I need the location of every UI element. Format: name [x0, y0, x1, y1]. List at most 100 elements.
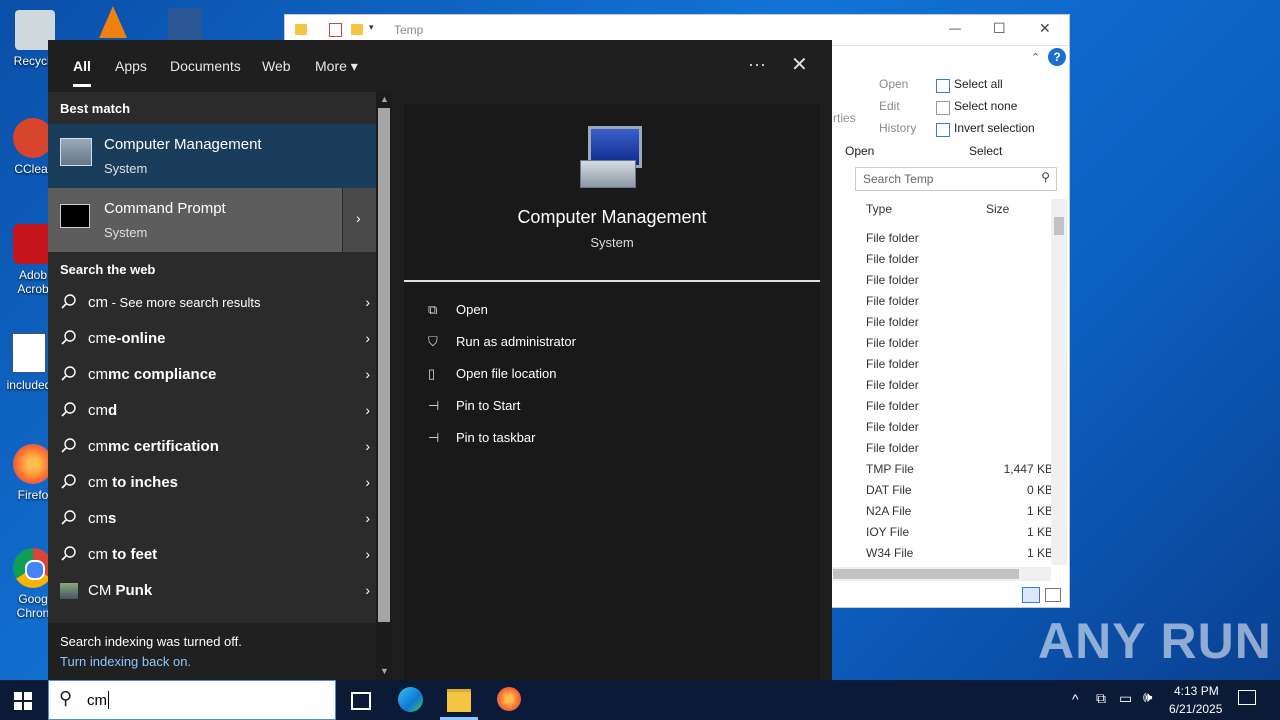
clock-date[interactable]: 6/21/2025	[1169, 702, 1222, 716]
preview-action[interactable]: ⊣ Pin to Start	[428, 396, 808, 420]
close-button[interactable]: ✕	[1039, 20, 1051, 37]
file-type-cell[interactable]: File folder	[866, 378, 919, 392]
chevron-right-icon[interactable]: ›	[365, 510, 370, 526]
collapse-ribbon-icon[interactable]: ⌃	[1031, 51, 1040, 64]
file-size-cell[interactable]: 1,447 KB	[965, 462, 1053, 476]
file-explorer-icon[interactable]	[447, 689, 471, 712]
tab-documents[interactable]: Documents	[170, 58, 241, 74]
chevron-right-icon[interactable]: ›	[365, 330, 370, 346]
preview-action[interactable]: ⧉ Open	[428, 300, 808, 324]
file-type-cell[interactable]: File folder	[866, 399, 919, 413]
close-icon[interactable]: ✕	[791, 52, 808, 77]
expand-result-button[interactable]: ›	[343, 188, 376, 252]
ribbon-invert-selection-button[interactable]: Invert selection	[954, 121, 1035, 135]
file-type-cell[interactable]: File folder	[866, 441, 919, 455]
web-result-item[interactable]: cmmc compliance ›	[48, 357, 376, 393]
web-result-item[interactable]: cmmc certification ›	[48, 429, 376, 465]
result-computer-management[interactable]: Computer Management System	[48, 124, 376, 188]
scroll-up-icon[interactable]: ▲	[380, 94, 389, 104]
file-size-cell[interactable]: 0 KB	[965, 483, 1053, 497]
ribbon-select-none-button[interactable]: Select none	[954, 99, 1017, 113]
web-result-item[interactable]: cms ›	[48, 501, 376, 537]
ribbon-select-all-button[interactable]: Select all	[954, 77, 1003, 91]
results-scrollbar[interactable]: ▲ ▼	[376, 92, 392, 680]
file-size-cell[interactable]: 1 KB	[965, 525, 1053, 539]
file-type-cell[interactable]: File folder	[866, 231, 919, 245]
web-result-item[interactable]: CM Punk ›	[48, 573, 376, 609]
volume-icon[interactable]: 🕪	[1143, 689, 1152, 706]
notification-icon[interactable]	[1238, 690, 1256, 705]
turn-indexing-on-link[interactable]: Turn indexing back on.	[60, 654, 191, 669]
chevron-right-icon[interactable]: ›	[365, 402, 370, 418]
file-type-cell[interactable]: File folder	[866, 336, 919, 350]
tab-more[interactable]: More ▾	[315, 58, 358, 75]
ellipsis-icon[interactable]: ···	[748, 54, 766, 75]
vertical-scrollbar[interactable]	[1051, 199, 1067, 565]
clock-time[interactable]: 4:13 PM	[1174, 684, 1219, 698]
file-type-cell[interactable]: File folder	[866, 273, 919, 287]
start-button[interactable]	[14, 692, 32, 710]
firefox-icon[interactable]	[497, 687, 521, 711]
file-size-cell[interactable]: 1 KB	[965, 504, 1053, 518]
minimize-button[interactable]: —	[949, 21, 961, 35]
chevron-right-icon[interactable]: ›	[365, 366, 370, 382]
tab-all[interactable]: All	[73, 58, 91, 87]
maximize-button[interactable]: ☐	[993, 20, 1006, 37]
file-type-cell[interactable]: TMP File	[866, 462, 914, 476]
ribbon-history-button[interactable]: History	[879, 121, 916, 135]
web-result-item[interactable]: cmd ›	[48, 393, 376, 429]
chevron-right-icon[interactable]: ›	[365, 294, 370, 310]
chevron-right-icon[interactable]: ›	[365, 438, 370, 454]
new-folder-icon[interactable]	[351, 24, 363, 35]
chevron-right-icon[interactable]: ›	[365, 546, 370, 562]
web-result-item[interactable]: cme-online ›	[48, 321, 376, 357]
web-result-item[interactable]: cm to inches ›	[48, 465, 376, 501]
chevron-right-icon[interactable]: ›	[365, 474, 370, 490]
properties-icon[interactable]	[329, 23, 342, 37]
web-result-item[interactable]: cm - See more search results ›	[48, 285, 376, 321]
horizontal-scrollbar[interactable]	[833, 567, 1051, 581]
edge-icon[interactable]	[398, 687, 423, 712]
scrollbar-thumb[interactable]	[1054, 217, 1064, 235]
taskbar-search-box[interactable]: ⚲ cm	[48, 680, 336, 720]
scroll-down-icon[interactable]: ▼	[380, 666, 389, 676]
preview-action[interactable]: ⊣ Pin to taskbar	[428, 428, 808, 452]
scrollbar-thumb[interactable]	[833, 569, 1019, 579]
search-input[interactable]: cm	[87, 692, 107, 709]
preview-action[interactable]: ▯ Open file location	[428, 364, 808, 388]
task-view-icon[interactable]	[351, 692, 371, 710]
large-icons-view-icon[interactable]	[1045, 588, 1061, 602]
web-result-item[interactable]: cm to feet ›	[48, 537, 376, 573]
file-type-cell[interactable]: File folder	[866, 252, 919, 266]
file-type-cell[interactable]: IOY File	[866, 525, 909, 539]
result-command-prompt[interactable]: Command Prompt System	[48, 188, 342, 252]
file-type-cell[interactable]: File folder	[866, 420, 919, 434]
help-icon[interactable]: ?	[1048, 48, 1066, 66]
ribbon-edit-button[interactable]: Edit	[879, 99, 900, 113]
column-header-type[interactable]: Type	[866, 202, 892, 216]
suggestion-text: Punk	[111, 582, 153, 599]
chevron-down-icon[interactable]: ▾	[369, 22, 374, 33]
file-type-cell[interactable]: N2A File	[866, 504, 911, 518]
file-type-cell[interactable]: File folder	[866, 294, 919, 308]
scrollbar-thumb[interactable]	[378, 108, 390, 622]
explorer-search-box[interactable]: Search Temp ⚲	[855, 167, 1057, 191]
network-icon[interactable]: ▭	[1119, 690, 1132, 707]
file-type-cell[interactable]: DAT File	[866, 483, 912, 497]
file-type-cell[interactable]: File folder	[866, 315, 919, 329]
details-view-icon[interactable]	[1022, 587, 1040, 603]
chevron-up-icon[interactable]: ^	[1072, 691, 1079, 707]
file-size-cell[interactable]: 1 KB	[965, 546, 1053, 560]
preview-action[interactable]: ⛉ Run as administrator	[428, 332, 808, 356]
desktop-icon-word-included[interactable]: included	[4, 332, 54, 392]
tab-web[interactable]: Web	[262, 58, 291, 74]
column-header-size[interactable]: Size	[986, 202, 1009, 216]
tab-apps[interactable]: Apps	[115, 58, 147, 74]
file-type-cell[interactable]: W34 File	[866, 546, 913, 560]
ribbon-open-button[interactable]: Open	[879, 77, 908, 91]
network-usage-icon[interactable]: ⧉	[1096, 690, 1106, 707]
chevron-right-icon[interactable]: ›	[365, 582, 370, 598]
command-prompt-icon	[60, 204, 90, 228]
file-type-cell[interactable]: File folder	[866, 357, 919, 371]
desktop-icon-vlc[interactable]	[88, 6, 138, 42]
